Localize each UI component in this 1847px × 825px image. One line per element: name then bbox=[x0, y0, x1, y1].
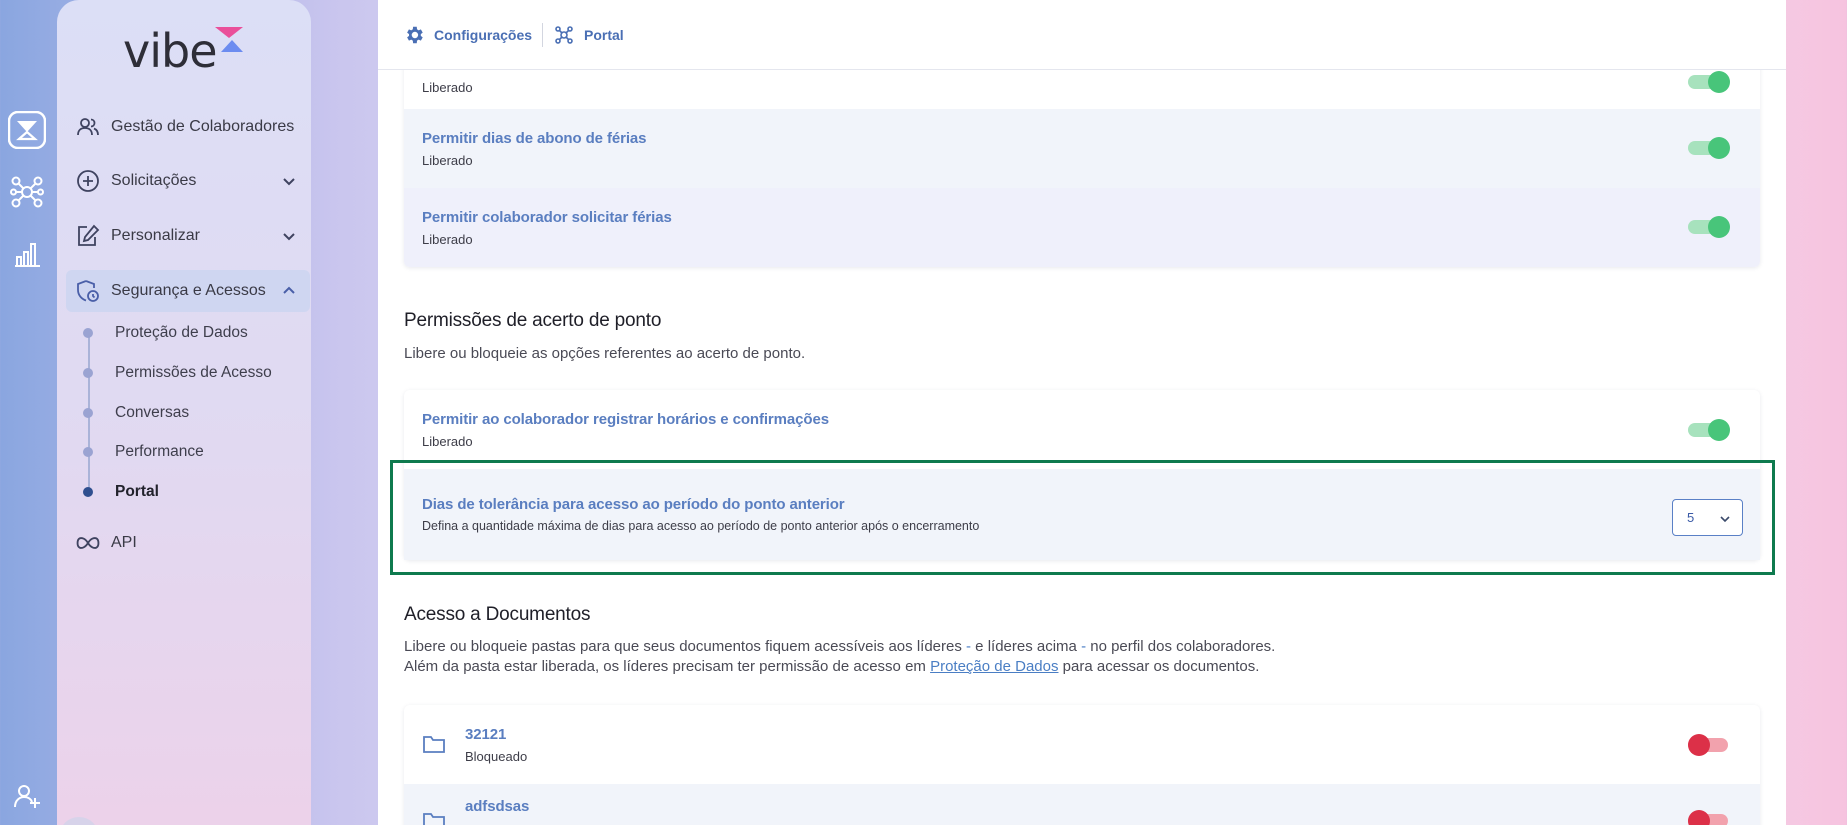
avatar[interactable] bbox=[59, 817, 99, 825]
folder-status: Bloqueado bbox=[465, 748, 528, 764]
chevron-up-icon bbox=[280, 282, 298, 300]
sidebar-item-label: Gestão de Colaboradores bbox=[111, 118, 295, 135]
permission-title: Permitir ao colaborador registrar horári… bbox=[422, 410, 829, 428]
permission-status: Liberado bbox=[422, 231, 473, 247]
shield-icon bbox=[75, 278, 101, 304]
edit-icon bbox=[75, 223, 101, 249]
users-icon bbox=[75, 114, 101, 140]
sidebar-item-gestao-colaboradores[interactable]: Gestão de Colaboradores bbox=[66, 106, 310, 148]
subnav-dot bbox=[83, 368, 93, 378]
permission-row: Permitir ao colaborador registrar horári… bbox=[404, 390, 1760, 469]
network-icon[interactable] bbox=[8, 173, 46, 211]
tolerance-title: Dias de tolerância para acesso ao períod… bbox=[422, 496, 845, 513]
sidebar-subitem-label: Proteção de Dados bbox=[115, 324, 248, 341]
permission-row: Permitir dias de abono de férias Liberad… bbox=[404, 109, 1760, 188]
sidebar-item-label: Segurança e Acessos bbox=[111, 282, 266, 299]
chevron-down-icon bbox=[280, 227, 298, 245]
subnav-dot bbox=[83, 408, 93, 418]
chevron-down-icon bbox=[1718, 512, 1732, 526]
sidebar-item-solicitacoes[interactable]: Solicitações bbox=[66, 160, 310, 202]
infinity-icon bbox=[75, 530, 101, 556]
folder-row: adfsdsas bbox=[404, 784, 1760, 825]
gear-icon bbox=[403, 24, 425, 46]
breadcrumb-label: Configurações bbox=[434, 26, 533, 43]
description-text: Libere ou bloqueie pastas para que seus … bbox=[404, 638, 967, 655]
plus-circle-icon bbox=[75, 168, 101, 194]
tolerance-row: Dias de tolerância para acesso ao períod… bbox=[404, 469, 1760, 560]
chevron-down-icon bbox=[280, 172, 298, 190]
subnav-dot bbox=[83, 447, 93, 457]
permission-toggle[interactable] bbox=[1688, 417, 1730, 443]
sidebar-subitem-protecao-dados[interactable]: Proteção de Dados bbox=[83, 320, 248, 346]
description-text: Além da pasta estar liberada, os líderes… bbox=[404, 658, 931, 675]
breadcrumb-configuracoes[interactable]: Configurações bbox=[403, 24, 532, 46]
sidebar-subitem-permissoes-acesso[interactable]: Permissões de Acesso bbox=[83, 360, 272, 386]
permission-toggle[interactable] bbox=[1688, 214, 1730, 240]
permission-toggle[interactable] bbox=[1688, 135, 1730, 161]
hourglass-icon[interactable] bbox=[8, 111, 46, 149]
sidebar-subitem-label: Portal bbox=[115, 483, 159, 500]
section-description: Libere ou bloqueie pastas para que seus … bbox=[404, 637, 1275, 677]
main-content: Configurações Portal Liberado Permitir d… bbox=[378, 0, 1786, 825]
sidebar-subitem-performance[interactable]: Performance bbox=[83, 439, 204, 465]
sidebar-item-label: Solicitações bbox=[111, 172, 197, 189]
network-icon bbox=[553, 24, 575, 46]
breadcrumb-portal[interactable]: Portal bbox=[553, 24, 624, 46]
logo-mark-icon bbox=[214, 26, 243, 54]
permission-title: Permitir dias de abono de férias bbox=[422, 129, 647, 147]
permission-status: Liberado bbox=[422, 152, 473, 168]
sidebar-item-label: API bbox=[111, 534, 137, 551]
permission-toggle[interactable] bbox=[1688, 69, 1730, 95]
folder-row: 32121 Bloqueado bbox=[404, 705, 1760, 784]
protecao-dados-link[interactable]: Proteção de Dados bbox=[930, 658, 1058, 675]
time-adjust-list: Permitir ao colaborador registrar horári… bbox=[404, 390, 1760, 560]
breadcrumb: Configurações Portal bbox=[378, 0, 1786, 70]
permission-status: Liberado bbox=[422, 80, 473, 95]
permission-status: Liberado bbox=[422, 433, 473, 449]
folder-toggle[interactable] bbox=[1688, 808, 1730, 825]
breadcrumb-label: Portal bbox=[584, 26, 624, 43]
add-user-icon[interactable] bbox=[8, 777, 46, 815]
documents-folder-list: 32121 Bloqueado adfsdsas bbox=[404, 705, 1760, 825]
sidebar-item-api[interactable]: API bbox=[66, 522, 310, 564]
description-text: no perfil dos colaboradores. bbox=[1086, 638, 1276, 655]
description-text: para acessar os documentos. bbox=[1058, 658, 1260, 675]
folder-name: 32121 bbox=[465, 725, 507, 743]
sidebar-item-label: Personalizar bbox=[111, 227, 200, 244]
section-description: Libere ou bloqueie as opções referentes … bbox=[404, 345, 806, 362]
sidebar-subitem-conversas[interactable]: Conversas bbox=[83, 400, 189, 426]
folder-icon bbox=[422, 810, 446, 825]
folder-icon bbox=[422, 733, 446, 757]
subnav-dot-active bbox=[83, 487, 93, 497]
permission-row: Permitir colaborador solicitar férias Li… bbox=[404, 188, 1760, 267]
section-title: Permissões de acerto de ponto bbox=[404, 310, 662, 331]
sidebar-subitem-label: Conversas bbox=[115, 404, 190, 421]
sidebar-item-personalizar[interactable]: Personalizar bbox=[66, 215, 310, 257]
subnav-dot bbox=[83, 328, 93, 338]
app-rail bbox=[0, 0, 56, 825]
select-value: 5 bbox=[1687, 510, 1695, 525]
description-text: e líderes acima bbox=[971, 638, 1082, 655]
bar-chart-icon[interactable] bbox=[8, 235, 46, 273]
sidebar: vibe Gestão de Colaboradores Solicitaçõe… bbox=[57, 0, 311, 825]
vibe-logo[interactable]: vibe bbox=[123, 26, 243, 74]
tolerance-days-select[interactable]: 5 bbox=[1672, 499, 1743, 536]
logo-text: vibe bbox=[123, 24, 218, 78]
breadcrumb-divider bbox=[542, 22, 544, 47]
sidebar-subitem-label: Permissões de Acesso bbox=[115, 364, 272, 381]
sidebar-item-seguranca-acessos[interactable]: Segurança e Acessos bbox=[66, 270, 310, 312]
section-title: Acesso a Documentos bbox=[404, 604, 591, 625]
tolerance-description: Defina a quantidade máxima de dias para … bbox=[422, 519, 980, 533]
sidebar-subitem-portal[interactable]: Portal bbox=[83, 479, 159, 505]
folder-toggle[interactable] bbox=[1688, 732, 1730, 758]
sidebar-subitem-label: Performance bbox=[115, 443, 204, 460]
permission-title: Permitir colaborador solicitar férias bbox=[422, 208, 672, 226]
folder-name: adfsdsas bbox=[465, 798, 530, 815]
